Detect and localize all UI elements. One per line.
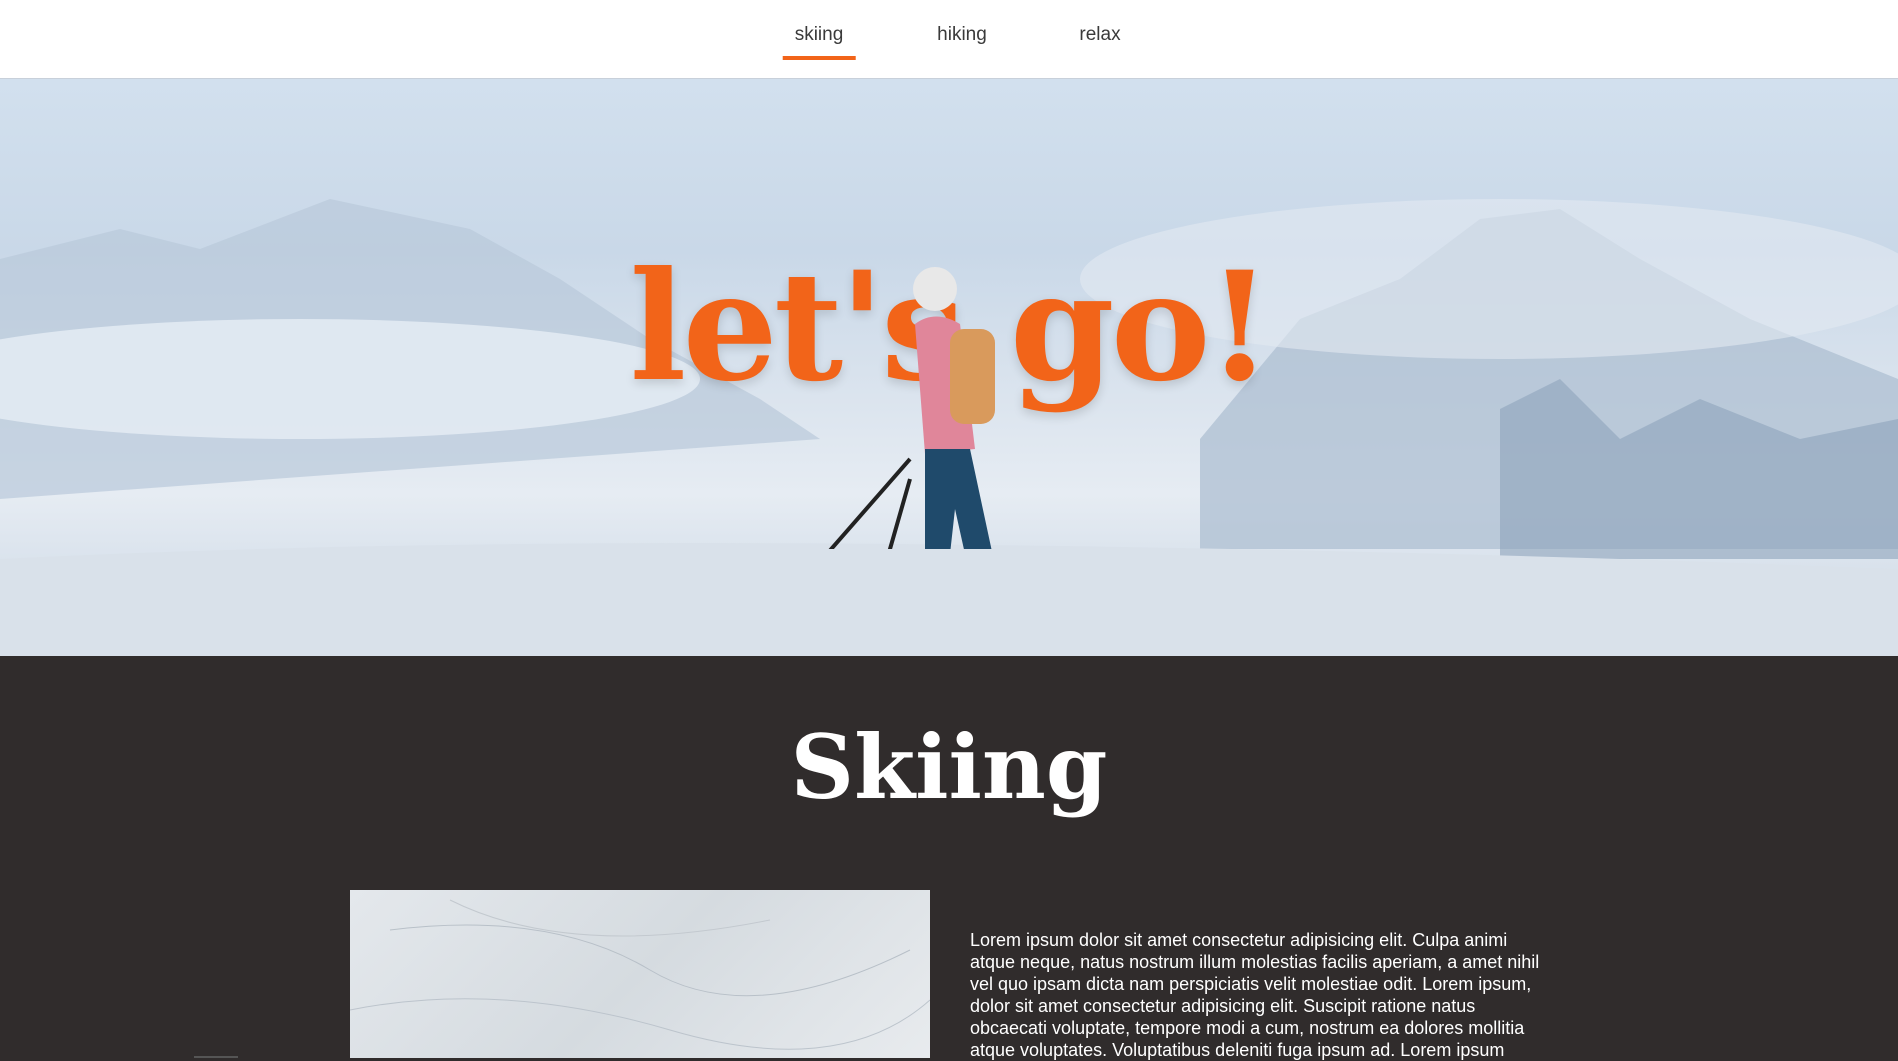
snow-photo — [350, 890, 930, 1058]
tab-skiing[interactable]: skiing — [782, 24, 855, 60]
section-title: Skiing — [790, 715, 1108, 819]
tab-relax[interactable]: relax — [1079, 24, 1120, 56]
skier-image — [828, 267, 995, 549]
hero-banner: let's go! — [0, 79, 1898, 656]
section-text: Lorem ipsum dolor sit amet consectetur a… — [970, 930, 1540, 1060]
tab-hiking[interactable]: hiking — [937, 24, 987, 56]
top-nav: skiing hiking relax — [0, 0, 1898, 79]
